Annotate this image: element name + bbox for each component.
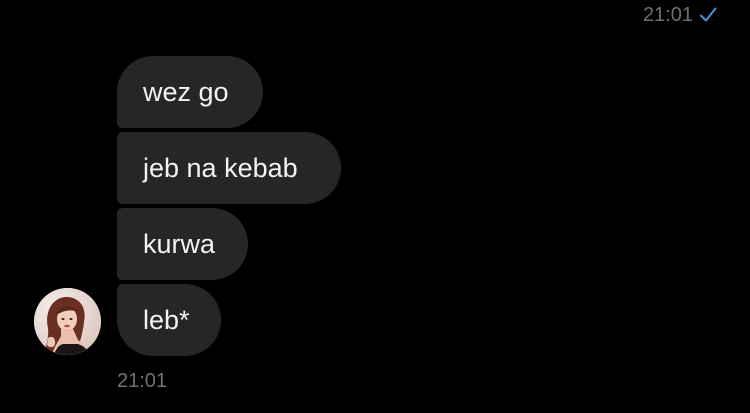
message-bubble[interactable]: jeb na kebab <box>117 132 341 204</box>
sent-message-meta: 21:01 <box>643 3 718 27</box>
message-bubble[interactable]: leb* <box>117 284 221 356</box>
avatar-photo-icon <box>34 288 101 355</box>
received-timestamp: 21:01 <box>117 370 168 392</box>
check-icon <box>698 5 718 25</box>
message-text: leb* <box>143 305 190 335</box>
sender-avatar[interactable] <box>34 288 101 355</box>
message-bubble[interactable]: wez go <box>117 56 263 128</box>
message-bubble[interactable]: kurwa <box>117 208 248 280</box>
message-text: wez go <box>143 77 229 107</box>
message-text: jeb na kebab <box>143 153 298 183</box>
sent-timestamp: 21:01 <box>642 4 693 26</box>
message-text: kurwa <box>143 229 216 259</box>
